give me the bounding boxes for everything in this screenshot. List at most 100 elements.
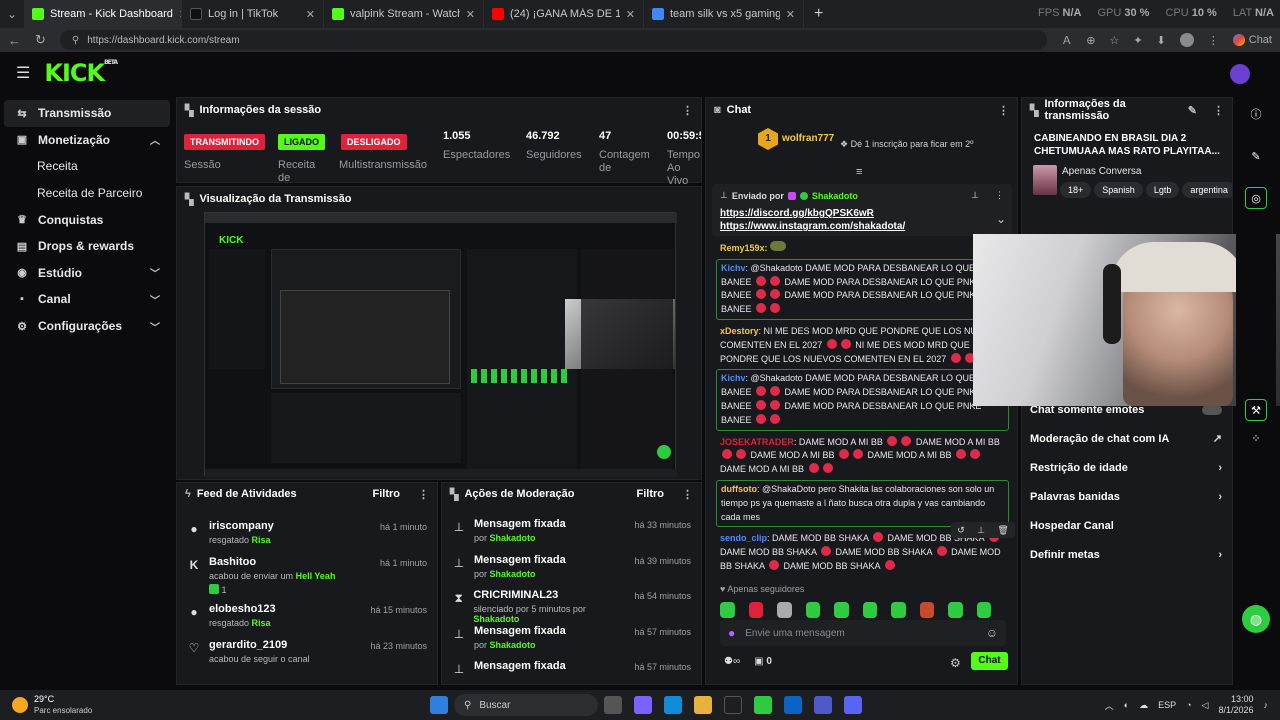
windows-start-icon[interactable] (430, 696, 448, 714)
chat-username[interactable]: xDestory (720, 326, 759, 336)
grip-icon[interactable]: ▚ (1030, 104, 1038, 117)
list-item[interactable]: ⊥ Mensagem fixada por Shakadoto há 33 min… (442, 513, 701, 549)
support-chat-icon[interactable]: ◍ (1242, 605, 1270, 633)
sidebar-item-drops[interactable]: ▤ Drops & rewards (4, 233, 170, 260)
reload-icon[interactable]: ↻ (35, 32, 46, 48)
stream-preview-video[interactable]: KICK (204, 212, 677, 477)
grip-icon[interactable]: ▚ (185, 193, 193, 206)
smile-icon[interactable]: ☺ (986, 626, 998, 640)
tag-chip[interactable]: argentina (1182, 182, 1232, 198)
chat-input[interactable]: ● Envie uma mensagem ☺ (720, 620, 1006, 646)
chat-message[interactable]: Kichv: @Shakadoto DAME MOD PARA DESBANEA… (716, 258, 1009, 320)
sidebar-item-estudio[interactable]: ◉ Estúdio ﹀ (4, 260, 170, 287)
list-item[interactable]: ⊥ Mensagem fixada há 57 minutos (442, 655, 701, 684)
pinned-link-instagram[interactable]: https://www.instagram.com/shakadota/ (712, 220, 1012, 233)
tab-valpink[interactable]: valpink Stream - Watch Live on Kic ✕ (324, 0, 484, 28)
setting-banned-words[interactable]: Palavras banidas › (1022, 482, 1232, 511)
tag-chip[interactable]: Lgtb (1145, 182, 1180, 198)
pin-toggle-icon[interactable]: ⊥ (971, 190, 979, 201)
star-icon[interactable]: ☆ (1109, 34, 1119, 47)
users-icon[interactable]: ⁘ (1245, 427, 1267, 449)
gift-sub-prompt[interactable]: ❖ Dé 1 inscrição para ficar em 2º (840, 139, 973, 150)
more-options-icon[interactable]: ⋮ (682, 488, 693, 501)
back-icon[interactable]: ← (8, 33, 21, 48)
grip-icon[interactable]: ▚ (185, 104, 193, 117)
setting-set-goals[interactable]: Definir metas › (1022, 540, 1232, 569)
close-icon[interactable]: ✕ (466, 8, 475, 21)
user-avatar[interactable] (1230, 64, 1250, 84)
toggle-switch[interactable] (1202, 404, 1222, 415)
terminal-icon[interactable] (724, 696, 742, 714)
camera-icon[interactable]: ◎ (1245, 187, 1267, 209)
chevron-down-icon[interactable]: ⌄ (996, 212, 1006, 226)
emote-7-icon[interactable] (891, 602, 906, 618)
emote-9-icon[interactable] (948, 602, 963, 618)
pen-icon[interactable]: ✎ (1245, 145, 1267, 167)
list-item[interactable]: ♡ gerardito_2109 acabou de seguir o canal… (177, 634, 437, 670)
list-item[interactable]: K Bashitoo acabou de enviar um Hell Yeah … (177, 551, 437, 595)
volume-icon[interactable]: ◁ (1202, 700, 1209, 711)
emote-5-icon[interactable] (834, 602, 849, 618)
zoom-icon[interactable]: ⊕ (1086, 34, 1095, 47)
info-icon[interactable]: ⓘ (1245, 103, 1267, 125)
list-item[interactable]: ⊥ Mensagem fixada por Shakadoto há 39 min… (442, 549, 701, 585)
list-item[interactable]: ● elobesho123 resgatado Risa há 15 minuto… (177, 598, 437, 634)
sidebar-item-canal[interactable]: ▪ Canal ﹀ (4, 286, 170, 313)
discord-icon[interactable] (844, 696, 862, 714)
list-item[interactable]: ⧗ CRICRIMINAL23 silenciado por 5 minutos … (442, 584, 701, 624)
input-language[interactable]: ESP (1158, 700, 1176, 710)
clock[interactable]: 13:00 8/1/2026 (1218, 694, 1253, 716)
taskbar-search[interactable]: ⚲ Buscar (454, 694, 598, 716)
tab-tiktok[interactable]: Log in | TikTok ✕ (182, 0, 324, 28)
chat-message[interactable]: JOSEKATRADER: DAME MOD A MI BB DAME MOD … (706, 434, 1017, 477)
emote-1-icon[interactable] (720, 602, 735, 618)
more-options-icon[interactable]: ⋮ (995, 190, 1004, 201)
emote-10-icon[interactable] (976, 602, 991, 618)
outlook-icon[interactable] (784, 696, 802, 714)
new-tab-button[interactable]: + (804, 5, 833, 23)
filter-button[interactable]: Filtro (637, 488, 665, 500)
more-options-icon[interactable]: ⋮ (998, 104, 1009, 117)
tools-icon[interactable]: ⚒ (1245, 399, 1267, 421)
task-view-icon[interactable] (604, 696, 622, 714)
sidebar-item-conquistas[interactable]: ♛ Conquistas (4, 206, 170, 233)
file-explorer-icon[interactable] (694, 696, 712, 714)
close-icon[interactable]: ✕ (786, 8, 795, 21)
reply-icon[interactable]: ↺ (957, 525, 965, 536)
tab-kick-dashboard[interactable]: Stream - Kick Dashboard ✕ (24, 0, 182, 28)
pinned-link-discord[interactable]: https://discord.gg/kbgQPSK6wR (712, 207, 1012, 220)
chat-username[interactable]: duffsoto (721, 484, 757, 494)
tag-chip[interactable]: 18+ (1060, 182, 1092, 198)
tray-cloud-icon[interactable]: ☁ (1139, 700, 1148, 711)
menu-icon[interactable]: ⋮ (1208, 34, 1219, 47)
sidebar-item-receita-parceiro[interactable]: Receita de Parceiro (4, 180, 170, 207)
tab-google-search[interactable]: team silk vs x5 gaming bets - Búsq ✕ (644, 0, 804, 28)
site-info-icon[interactable]: ⚲ (72, 35, 79, 46)
browser-chat-button[interactable]: Chat (1232, 34, 1272, 46)
users-icon[interactable]: ⚉∞ (724, 656, 740, 667)
emote-2-icon[interactable] (748, 602, 763, 618)
address-bar[interactable]: ⚲ https://dashboard.kick.com/stream (59, 30, 1048, 50)
setting-ai-moderation[interactable]: Moderação de chat com IA ↗ (1022, 424, 1232, 453)
sidebar-item-receita[interactable]: Receita (4, 153, 170, 180)
tray-chevron-icon[interactable]: ︿ (1105, 699, 1114, 712)
setting-host-channel[interactable]: Hospedar Canal (1022, 511, 1232, 540)
tray-app-icon[interactable]: ◐ (1124, 700, 1129, 710)
points-display[interactable]: ▣ 0 (754, 656, 772, 667)
chat-username[interactable]: sendo_clip (720, 533, 767, 543)
close-icon[interactable]: ✕ (626, 8, 635, 21)
profile-avatar[interactable] (1179, 33, 1194, 47)
grip-icon[interactable]: ▚ (450, 488, 458, 501)
list-item[interactable]: ⊥ Mensagem fixada por Shakadoto há 57 min… (442, 620, 701, 656)
chat-message[interactable]: Kichv: @Shakadoto DAME MOD PARA DESBANEA… (716, 369, 1009, 431)
send-chat-button[interactable]: Chat (971, 652, 1008, 670)
sidebar-item-configuracoes[interactable]: ⚙ Configurações ﹀ (4, 313, 170, 340)
emote-8-icon[interactable] (919, 602, 934, 618)
category-name[interactable]: Apenas Conversa (1062, 166, 1142, 177)
kick-logo[interactable]: KICKBETA (44, 59, 118, 87)
app-green-icon[interactable] (754, 696, 772, 714)
emote-3-icon[interactable] (777, 602, 792, 618)
more-options-icon[interactable]: ⋮ (1213, 104, 1224, 117)
chat-username[interactable]: Remy159x: (720, 243, 768, 253)
category-thumbnail[interactable] (1033, 165, 1057, 195)
